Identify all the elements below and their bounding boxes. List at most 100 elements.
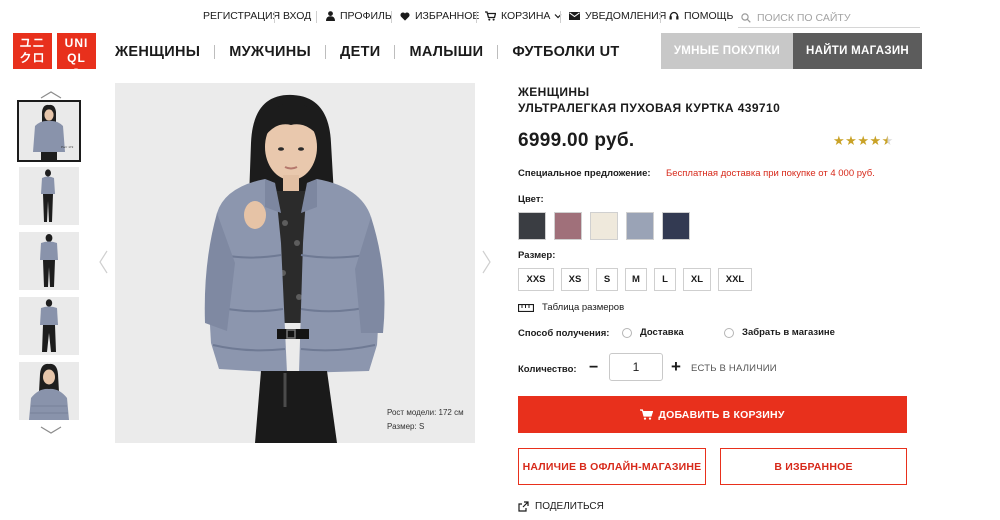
model-back-thumbnail-image (19, 232, 79, 290)
size-option-xxl[interactable]: XXL (718, 268, 752, 291)
thumb-scroll-down[interactable] (18, 423, 84, 437)
color-swatch-mauve[interactable] (554, 212, 582, 240)
star-icon: ★ (869, 133, 882, 148)
chevron-right-icon[interactable] (482, 250, 491, 274)
main-nav: ЖЕНЩИНЫ МУЖЧИНЫ ДЕТИ МАЛЫШИ ФУТБОЛКИ UT (115, 42, 620, 62)
color-label: Цвет: (518, 194, 544, 205)
logo-katakana-block: ユニクロ (13, 33, 52, 69)
register-link[interactable]: РЕГИСТРАЦИЯ (203, 10, 280, 22)
size-label: Размер: (518, 250, 556, 261)
product-price: 6999.00 руб. (518, 130, 635, 151)
quantity-input[interactable]: 1 (609, 353, 663, 381)
size-table-link[interactable]: Таблица размеров (518, 302, 624, 313)
star-icon: ★ (857, 133, 869, 148)
favorites-link[interactable]: ИЗБРАННОЕ (400, 10, 479, 22)
size-option-s[interactable]: S (596, 268, 618, 291)
half-star-icon: ★ (881, 133, 894, 148)
size-option-xl[interactable]: XL (683, 268, 711, 291)
uniqlo-logo[interactable]: ユニクロ UNIQLO (13, 33, 96, 80)
nav-divider (497, 45, 499, 59)
color-swatch-charcoal[interactable] (518, 212, 546, 240)
nav-men[interactable]: МУЖЧИНЫ (229, 44, 311, 60)
search-input[interactable] (757, 11, 917, 24)
add-to-cart-button[interactable]: ДОБАВИТЬ В КОРЗИНУ (518, 396, 907, 433)
share-link[interactable]: ПОДЕЛИТЬСЯ (518, 501, 604, 512)
size-option-m[interactable]: M (625, 268, 647, 291)
divider (660, 11, 661, 23)
thumbnail-4[interactable] (19, 297, 79, 355)
divider (391, 11, 392, 23)
share-icon (518, 501, 529, 512)
chevron-down-icon (554, 14, 562, 19)
divider (560, 11, 561, 23)
envelope-icon (569, 12, 580, 20)
search-bar (738, 8, 920, 28)
svg-text:Рост 172: Рост 172 (61, 145, 74, 149)
thumbnail-1[interactable]: Рост 172 (17, 100, 81, 162)
main-product-image[interactable]: Рост модели: 172 см Размер: S (115, 83, 475, 443)
nav-divider (214, 45, 216, 59)
model-pose-thumbnail-image (19, 297, 79, 355)
divider (316, 11, 317, 23)
nav-women[interactable]: ЖЕНЩИНЫ (115, 44, 200, 60)
star-icon: ★ (845, 133, 857, 148)
add-to-favorites-button[interactable]: В ИЗБРАННОЕ (720, 448, 907, 485)
cart-icon (485, 11, 496, 21)
radio-circle (724, 327, 734, 338)
chevron-up-icon (40, 91, 62, 99)
notifications-link[interactable]: УВЕДОМЛЕНИЯ (569, 10, 666, 22)
help-link[interactable]: ПОМОЩЬ (669, 10, 733, 22)
offline-availability-button[interactable]: НАЛИЧИЕ В ОФЛАЙН-МАГАЗИНЕ (518, 448, 706, 485)
thumb-scroll-up[interactable] (18, 88, 84, 102)
special-offer-text: Бесплатная доставка при покупке от 4 000… (666, 168, 875, 179)
chevron-down-icon (40, 426, 62, 434)
model-thumbnail-image: Рост 172 (19, 102, 79, 160)
size-option-xs[interactable]: XS (561, 268, 589, 291)
nav-kids[interactable]: ДЕТИ (340, 44, 380, 60)
logo-latin-block: UNIQLO (57, 33, 96, 80)
size-option-l[interactable]: L (654, 268, 676, 291)
headset-icon (669, 11, 679, 20)
thumbnail-5[interactable] (19, 362, 79, 420)
star-icon: ★ (833, 133, 845, 148)
chevron-left-icon[interactable] (99, 250, 108, 274)
delivery-radio[interactable]: Доставка (622, 327, 684, 338)
model-closeup-thumbnail-image (19, 362, 79, 420)
nav-ut[interactable]: ФУТБОЛКИ UT (512, 44, 619, 60)
quantity-decrement-button[interactable]: − (589, 359, 598, 377)
search-icon[interactable] (741, 12, 751, 23)
model-size-caption: Размер: S (387, 422, 425, 431)
color-swatches (518, 212, 698, 240)
quantity-increment-button[interactable]: + (671, 357, 681, 377)
login-link[interactable]: ВХОД (283, 10, 311, 22)
color-swatch-cream[interactable] (590, 212, 618, 240)
product-category: ЖЕНЩИНЫ (518, 85, 590, 99)
radio-circle (622, 327, 632, 338)
store-pickup-radio[interactable]: Забрать в магазине (724, 327, 835, 338)
divider (274, 11, 275, 23)
color-swatch-navy[interactable] (662, 212, 690, 240)
model-height-caption: Рост модели: 172 см (387, 408, 464, 417)
rating-stars[interactable]: ★ ★ ★ ★ ★ (833, 133, 894, 149)
nav-divider (394, 45, 396, 59)
nav-divider (324, 45, 326, 59)
thumbnail-strip: Рост 172 (17, 88, 84, 437)
divider (476, 11, 477, 23)
smart-shopping-button[interactable]: УМНЫЕ ПОКУПКИ (661, 33, 793, 69)
thumbnail-3[interactable] (19, 232, 79, 290)
cart-icon (640, 409, 654, 420)
user-icon (326, 11, 335, 21)
profile-link[interactable]: ПРОФИЛЬ (326, 10, 392, 22)
size-options: XXS XS S M L XL XXL (518, 268, 759, 291)
stock-status: ЕСТЬ В НАЛИЧИИ (691, 363, 777, 374)
quantity-label: Количество: (518, 364, 577, 375)
find-store-button[interactable]: НАЙТИ МАГАЗИН (793, 33, 922, 69)
ruler-icon (518, 303, 534, 312)
nav-baby[interactable]: МАЛЫШИ (409, 44, 483, 60)
size-option-xxs[interactable]: XXS (518, 268, 554, 291)
thumbnail-2[interactable] (19, 167, 79, 225)
cart-link[interactable]: КОРЗИНА (485, 10, 562, 22)
color-swatch-blue-grey[interactable] (626, 212, 654, 240)
heart-icon (400, 12, 410, 21)
special-offer-label: Специальное предложение: (518, 168, 651, 179)
